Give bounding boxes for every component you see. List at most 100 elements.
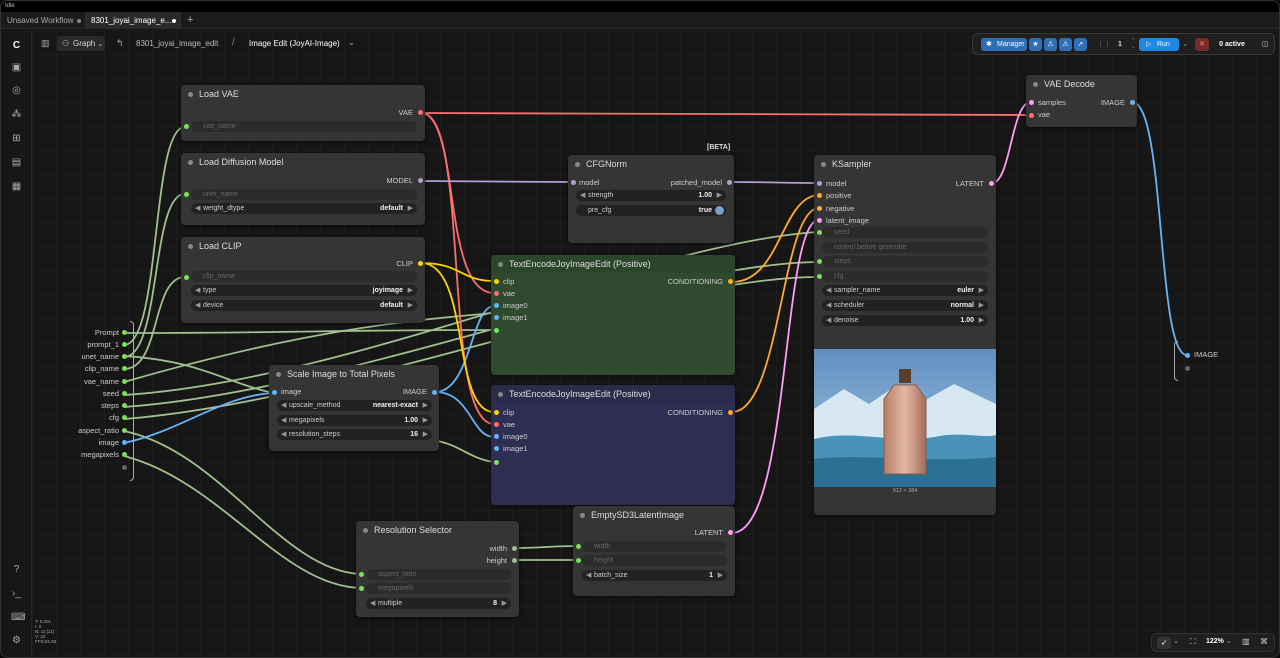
latent-output-pin[interactable] [989, 181, 994, 186]
arrow-left-icon[interactable]: ◀ [195, 203, 200, 214]
node-header[interactable]: Load VAE [181, 85, 425, 103]
vae-name-widget[interactable]: vae_name [191, 121, 417, 132]
toggle-knob-icon[interactable] [715, 206, 724, 215]
arrow-right-icon[interactable]: ▶ [423, 400, 428, 411]
unet-name-widget[interactable]: unet_name [191, 189, 417, 200]
panel-toggle-icon[interactable]: ▥ [41, 38, 51, 49]
subgraph-input-pin[interactable] [122, 342, 127, 347]
megapixels-input-pin[interactable] [359, 586, 364, 591]
chevron-down-icon[interactable]: ⌄ [1226, 637, 1232, 645]
run-button[interactable]: ▷ Run [1139, 38, 1179, 51]
negative-input-pin[interactable] [817, 206, 822, 211]
node-text-encode-positive-2[interactable]: TextEncodeJoyImageEdit (Positive) clip v… [491, 385, 735, 505]
steps-widget[interactable]: steps [822, 256, 988, 267]
collapse-dot[interactable] [188, 244, 193, 249]
drag-handle-icon[interactable]: ⋮⋮ [1097, 38, 1111, 51]
arrow-left-icon[interactable]: ◀ [281, 429, 286, 440]
subgraph-input-pin[interactable] [122, 330, 127, 335]
subgraph-input-pin[interactable] [122, 391, 127, 396]
star-icon[interactable]: ★ [1029, 38, 1042, 51]
output-image-pin[interactable] [1185, 353, 1190, 358]
arrow-right-icon[interactable]: ▶ [502, 598, 507, 609]
node-header[interactable]: CFGNorm [568, 155, 734, 173]
settings-icon[interactable]: ⚙ [11, 635, 22, 646]
node-header[interactable]: VAE Decode [1026, 75, 1137, 93]
stepper-icon[interactable]: ⌃ ⌄ [1130, 38, 1137, 51]
model-output-pin[interactable] [418, 178, 423, 183]
weight-dtype-widget[interactable]: ◀ weight_dtype default ▶ [191, 203, 417, 214]
type-widget[interactable]: ◀ type joyimage ▶ [191, 285, 417, 296]
pre-cfg-toggle[interactable]: pre_cfg true [576, 205, 726, 216]
arrow-right-icon[interactable]: ▶ [408, 203, 413, 214]
output-empty-pin[interactable] [1185, 366, 1190, 371]
subgraph-empty-input-pin[interactable] [122, 465, 127, 470]
model-library-icon[interactable]: ⊞ [11, 133, 22, 144]
collapse-dot[interactable] [821, 162, 826, 167]
chevron-down-icon[interactable]: ⌄ [1173, 637, 1179, 645]
node-vae-decode[interactable]: VAE Decode samples vae IMAGE [1026, 75, 1137, 127]
zoom-level[interactable]: 122% [1206, 638, 1224, 645]
batch-size-widget[interactable]: ◀ batch_size 1 ▶ [582, 570, 727, 581]
collapse-dot[interactable] [188, 160, 193, 165]
image-output-pin[interactable] [432, 390, 437, 395]
vae-output-pin[interactable] [418, 110, 423, 115]
arrow-right-icon[interactable]: ▶ [717, 190, 722, 201]
collapse-dot[interactable] [363, 528, 368, 533]
input-pin[interactable] [184, 275, 189, 280]
width-input-pin[interactable] [576, 544, 581, 549]
device-widget[interactable]: ◀ device default ▶ [191, 300, 417, 311]
node-load-clip[interactable]: Load CLIP CLIP clip_name ◀ type joyimage ▶ … [181, 237, 425, 323]
upscale-method-widget[interactable]: ◀ upscale_method nearest-exact ▶ [277, 400, 432, 411]
node-header[interactable]: Scale Image to Total Pixels [269, 365, 439, 383]
share-icon[interactable]: ➚ [1074, 38, 1087, 51]
collapse-dot[interactable] [498, 392, 503, 397]
collapse-dot[interactable] [188, 92, 193, 97]
graph-mode-button[interactable]: ⚇ Graph ⌄ [57, 36, 105, 51]
arrow-left-icon[interactable]: ◀ [826, 315, 831, 326]
subgraph-input-pin[interactable] [122, 379, 127, 384]
arrow-right-icon[interactable]: ▶ [408, 300, 413, 311]
image-icon[interactable]: ▣ [11, 62, 22, 73]
image0-input-pin[interactable] [494, 434, 499, 439]
arrow-left-icon[interactable]: ◀ [370, 598, 375, 609]
subgraph-input-pin[interactable] [122, 403, 127, 408]
height-widget[interactable]: height [582, 555, 727, 566]
collapse-dot[interactable] [575, 162, 580, 167]
image1-input-pin[interactable] [494, 315, 499, 320]
back-icon[interactable]: ↰ [116, 38, 124, 49]
manager-button[interactable]: ✱ Manager [981, 38, 1027, 51]
aspect-input-pin[interactable] [359, 572, 364, 577]
samples-input-pin[interactable] [1029, 100, 1034, 105]
chevron-down-icon[interactable]: ⌄ [348, 38, 355, 47]
templates-icon[interactable]: ▦ [11, 181, 22, 192]
arrow-left-icon[interactable]: ◀ [195, 285, 200, 296]
arrow-right-icon[interactable]: ▶ [979, 300, 984, 311]
height-output-pin[interactable] [512, 558, 517, 563]
fit-view-icon[interactable]: ⛶ [1190, 637, 1196, 647]
vae-input-pin[interactable] [1029, 113, 1034, 118]
terminal-icon[interactable]: ›_ [11, 588, 22, 599]
conditioning-output-pin[interactable] [728, 279, 733, 284]
image0-input-pin[interactable] [494, 303, 499, 308]
link-visibility-icon[interactable]: ⌘ [1260, 637, 1268, 646]
image-input-pin[interactable] [272, 390, 277, 395]
new-tab-button[interactable]: + [187, 12, 193, 29]
keyboard-icon[interactable]: ⌨ [11, 612, 25, 623]
warning-icon[interactable]: ⚠ [1044, 38, 1057, 51]
clip-output-pin[interactable] [418, 261, 423, 266]
arrow-left-icon[interactable]: ◀ [281, 415, 286, 426]
node-load-vae[interactable]: Load VAE VAE vae_name [181, 85, 425, 141]
node-library-icon[interactable]: ⁂ [11, 109, 22, 120]
arrow-left-icon[interactable]: ◀ [281, 400, 286, 411]
arrow-left-icon[interactable]: ◀ [826, 300, 831, 311]
clip-name-widget[interactable]: clip_name [191, 271, 417, 282]
select-tool-icon[interactable]: ➶ [1157, 637, 1171, 649]
node-header[interactable]: EmptySD3LatentImage [573, 506, 735, 524]
image-output-pin[interactable] [1130, 100, 1135, 105]
arrow-right-icon[interactable]: ▶ [979, 285, 984, 296]
aspect-ratio-widget[interactable]: aspect_ratio [366, 569, 511, 580]
subgraph-input-pin[interactable] [122, 452, 127, 457]
node-ksampler[interactable]: KSampler model positive negative latent_… [814, 155, 996, 515]
width-widget[interactable]: width [582, 541, 727, 552]
cancel-icon[interactable]: ✕ [1195, 38, 1209, 51]
